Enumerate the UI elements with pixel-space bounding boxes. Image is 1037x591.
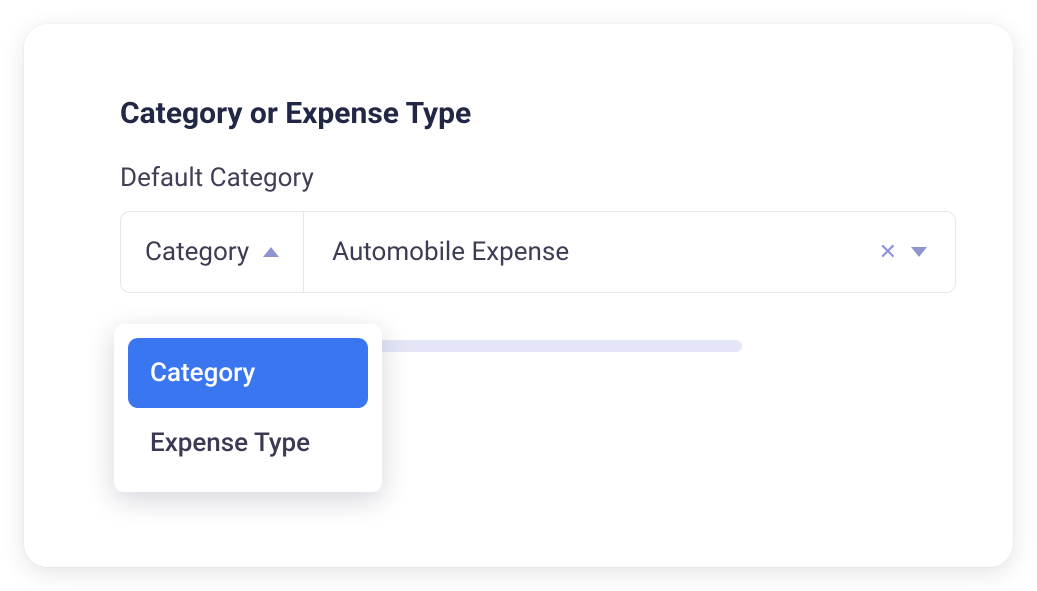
field-label-default-category: Default Category	[120, 163, 917, 193]
dropdown-option-category[interactable]: Category	[128, 338, 368, 408]
settings-card: Category or Expense Type Default Categor…	[24, 24, 1013, 567]
value-selector-label: Automobile Expense	[332, 237, 878, 267]
section-title: Category or Expense Type	[120, 96, 917, 131]
caret-up-icon	[263, 247, 279, 257]
clear-icon[interactable]: ✕	[879, 240, 897, 265]
category-select-row: Category Automobile Expense ✕	[120, 211, 956, 293]
value-selector[interactable]: Automobile Expense ✕	[304, 212, 955, 292]
dropdown-option-expense-type[interactable]: Expense Type	[128, 408, 368, 478]
type-selector[interactable]: Category	[121, 212, 304, 292]
caret-down-icon	[911, 247, 927, 257]
type-selector-label: Category	[145, 237, 249, 267]
type-selector-dropdown: Category Expense Type	[114, 324, 382, 492]
